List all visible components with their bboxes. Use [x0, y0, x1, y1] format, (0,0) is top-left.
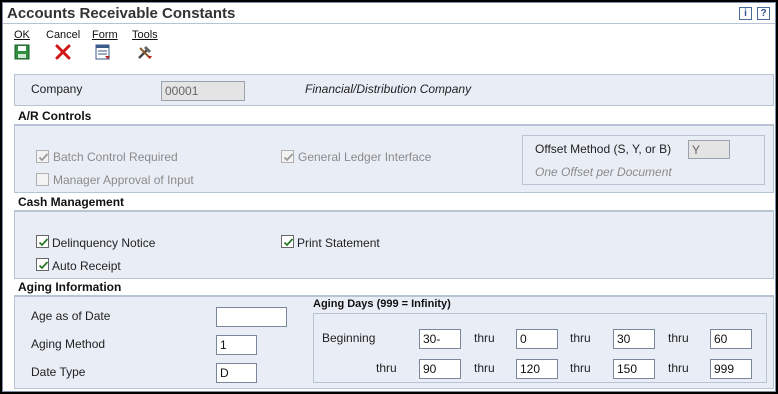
thru-label: thru	[474, 331, 495, 345]
print-statement-label: Print Statement	[297, 236, 380, 250]
application-window: Accounts Receivable Constants i ? OK Can…	[2, 2, 776, 392]
cancel-button[interactable]: Cancel	[46, 29, 80, 60]
aging-method-field[interactable]: 1	[216, 335, 257, 355]
aging-days-group: Beginning 30- thru 0 thru 30 thru 60 thr…	[313, 313, 767, 383]
form-menu-button[interactable]: Form	[92, 29, 118, 60]
date-type-label: Date Type	[31, 365, 86, 379]
aging-days-title: Aging Days (999 = Infinity)	[313, 298, 451, 310]
thru-label: thru	[376, 361, 397, 375]
company-panel: Company 00001 Financial/Distribution Com…	[14, 74, 774, 106]
manager-approval-label: Manager Approval of Input	[53, 173, 194, 187]
aging-day-8-field[interactable]: 999	[710, 359, 752, 379]
title-bar: Accounts Receivable Constants i ?	[3, 3, 775, 24]
tools-icon	[138, 46, 152, 59]
aging-day-7-field[interactable]: 150	[613, 359, 655, 379]
age-as-of-date-field[interactable]	[216, 307, 287, 327]
beginning-label: Beginning	[322, 331, 376, 345]
thru-label: thru	[668, 361, 689, 375]
toolbar: OK Cancel Form Tools	[3, 25, 775, 65]
cancel-label: Cancel	[46, 29, 81, 41]
aging-day-1-field[interactable]: 30-	[419, 329, 461, 349]
offset-method-field[interactable]: Y	[688, 140, 730, 159]
aging-day-6-field[interactable]: 120	[516, 359, 558, 379]
aging-information-title: Aging Information	[18, 280, 122, 294]
aging-day-2-field[interactable]: 0	[516, 329, 558, 349]
company-name: Financial/Distribution Company	[305, 82, 472, 96]
window-title: Accounts Receivable Constants	[7, 5, 236, 22]
offset-method-group: Offset Method (S, Y, or B) Y One Offset …	[522, 135, 765, 185]
thru-label: thru	[668, 331, 689, 345]
aging-information-panel: Age as of Date Aging Method 1 Date Type …	[14, 296, 774, 389]
close-icon	[55, 44, 71, 60]
cash-management-title: Cash Management	[18, 195, 125, 209]
tools-label: Tools	[132, 29, 158, 41]
aging-day-3-field[interactable]: 30	[613, 329, 655, 349]
save-icon	[14, 44, 30, 60]
company-label: Company	[31, 82, 83, 96]
age-as-of-date-label: Age as of Date	[31, 309, 111, 323]
ar-controls-panel: Batch Control Required Manager Approval …	[14, 125, 774, 193]
delinquency-notice-label: Delinquency Notice	[52, 236, 156, 250]
help-icon[interactable]: ?	[757, 7, 770, 20]
delinquency-notice-checkbox[interactable]	[36, 235, 49, 248]
aging-day-4-field[interactable]: 60	[710, 329, 752, 349]
aging-day-5-field[interactable]: 90	[419, 359, 461, 379]
info-icon[interactable]: i	[739, 7, 752, 20]
ok-button[interactable]: OK	[14, 29, 30, 60]
form-icon	[95, 44, 110, 60]
gl-interface-label: General Ledger Interface	[298, 150, 432, 164]
thru-label: thru	[570, 361, 591, 375]
cash-management-panel: Delinquency Notice Auto Receipt Print St…	[14, 211, 774, 279]
manager-approval-checkbox[interactable]	[36, 173, 49, 186]
tools-menu-button[interactable]: Tools	[132, 29, 158, 60]
offset-method-description: One Offset per Document	[535, 165, 672, 179]
ok-label: OK	[14, 29, 30, 41]
thru-label: thru	[474, 361, 495, 375]
ar-controls-title: A/R Controls	[18, 109, 92, 123]
auto-receipt-checkbox[interactable]	[36, 258, 49, 271]
date-type-field[interactable]: D	[216, 363, 257, 383]
gl-interface-checkbox[interactable]	[281, 150, 294, 163]
thru-label: thru	[570, 331, 591, 345]
print-statement-checkbox[interactable]	[281, 235, 294, 248]
form-label: Form	[92, 29, 118, 41]
batch-control-checkbox[interactable]	[36, 150, 49, 163]
aging-method-label: Aging Method	[31, 337, 106, 351]
auto-receipt-label: Auto Receipt	[52, 259, 121, 273]
batch-control-label: Batch Control Required	[53, 150, 178, 164]
company-field[interactable]: 00001	[161, 81, 245, 101]
offset-method-label: Offset Method (S, Y, or B)	[535, 142, 672, 156]
